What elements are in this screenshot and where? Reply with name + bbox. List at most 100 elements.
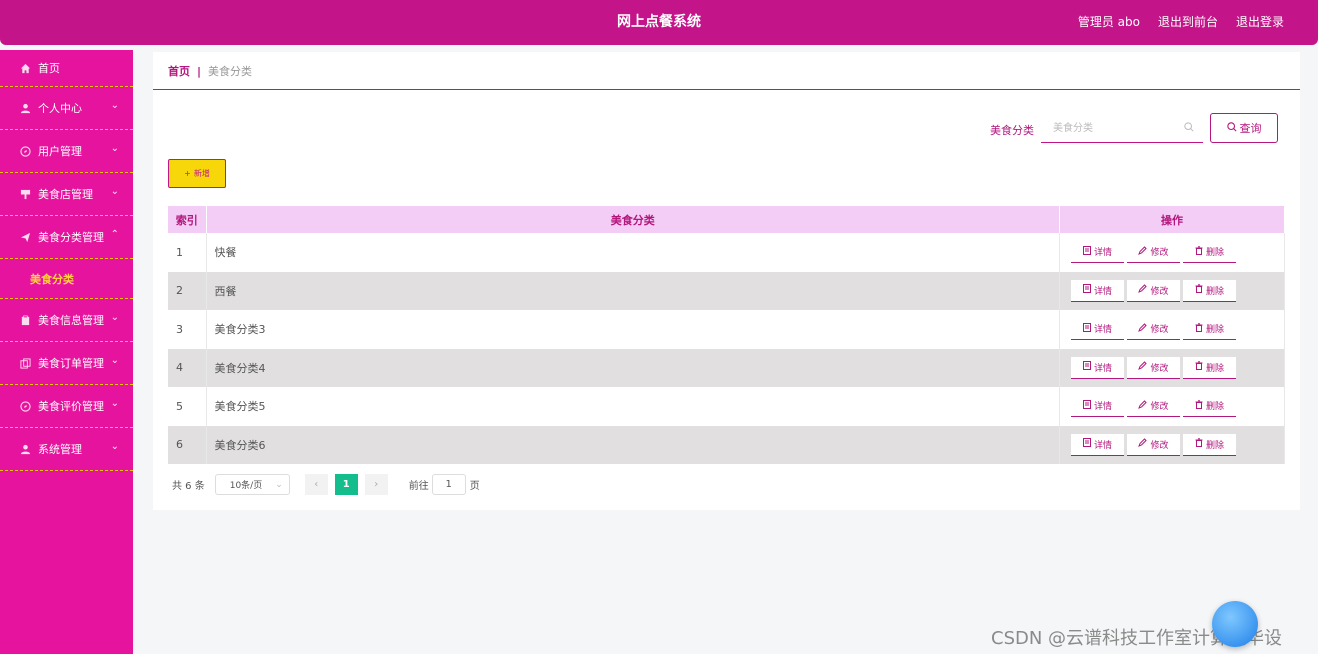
row-index: 6 <box>168 425 207 464</box>
row-actions: 详情 修改 删除 <box>1059 425 1285 464</box>
edit-label: 修改 <box>1150 440 1169 451</box>
detail-button[interactable]: 详情 <box>1071 356 1124 379</box>
sidebar-item-label: 个人中心 <box>38 102 82 115</box>
sidebar-item-food-info[interactable]: 美食信息管理 ⌄ <box>0 299 133 342</box>
sidebar-item-orders[interactable]: 美食订单管理 ⌄ <box>0 342 133 385</box>
home-icon <box>18 61 32 75</box>
row-index: 4 <box>168 348 207 387</box>
query-button[interactable]: 查询 <box>1210 113 1278 143</box>
detail-button[interactable]: 详情 <box>1071 433 1124 456</box>
delete-label: 删除 <box>1205 363 1224 374</box>
row-category-name: 美食分类4 <box>206 348 1060 387</box>
edit-button[interactable]: 修改 <box>1127 433 1180 456</box>
trash-icon <box>1195 323 1203 335</box>
pencil-icon <box>1138 284 1148 296</box>
page-size-value: 10条/页 <box>229 481 263 491</box>
edit-button[interactable]: 修改 <box>1127 279 1180 302</box>
edit-button[interactable]: 修改 <box>1127 318 1180 341</box>
edit-button[interactable]: 修改 <box>1127 356 1180 379</box>
search-icon <box>1226 121 1237 135</box>
detail-label: 详情 <box>1093 440 1112 451</box>
compass-icon <box>18 144 32 158</box>
delete-button[interactable]: 删除 <box>1183 433 1236 456</box>
edit-button[interactable]: 修改 <box>1127 241 1180 264</box>
row-actions: 详情 修改 删除 <box>1059 310 1285 349</box>
sidebar-item-home[interactable]: 首页 <box>0 50 133 87</box>
next-page-button[interactable]: › <box>364 474 388 495</box>
delete-button[interactable]: 删除 <box>1183 356 1236 379</box>
delete-button[interactable]: 删除 <box>1183 279 1236 302</box>
trash-icon <box>1195 361 1203 373</box>
sidebar-subitem-category[interactable]: 美食分类 <box>0 259 133 299</box>
sidebar-subitem-label: 美食分类 <box>30 272 74 286</box>
sidebar-item-shops[interactable]: 美食店管理 ⌄ <box>0 173 133 216</box>
sidebar-item-system[interactable]: 系统管理 ⌄ <box>0 428 133 471</box>
detail-button[interactable]: 详情 <box>1071 395 1124 418</box>
send-icon <box>18 230 32 244</box>
chevron-down-icon: ⌄ <box>110 398 119 409</box>
delete-label: 删除 <box>1205 402 1224 413</box>
sidebar-item-label: 系统管理 <box>38 443 82 456</box>
breadcrumb-separator: | <box>197 64 202 78</box>
delete-label: 删除 <box>1205 325 1224 336</box>
total-count: 共 6 条 <box>172 481 205 492</box>
row-category-name: 美食分类3 <box>206 310 1060 349</box>
chevron-down-icon: ⌄ <box>110 355 119 366</box>
breadcrumb-home[interactable]: 首页 <box>168 63 190 79</box>
header-category: 美食分类 <box>206 206 1060 233</box>
pencil-icon <box>1138 438 1148 450</box>
delete-button[interactable]: 删除 <box>1183 318 1236 341</box>
chevron-down-icon: ⌄ <box>110 143 119 154</box>
document-icon <box>1082 284 1091 296</box>
top-bar: 网上点餐系统 管理员 abo 退出到前台 退出登录 <box>0 0 1318 45</box>
detail-button[interactable]: 详情 <box>1071 279 1124 302</box>
sidebar-item-users[interactable]: 用户管理 ⌄ <box>0 130 133 173</box>
category-table: 索引 美食分类 操作 1 快餐 详情 修改 删除 2 西餐 详情 修改 删除 3 美食分类3 详情 修改删… <box>168 206 1285 464</box>
detail-label: 详情 <box>1093 286 1112 297</box>
table-row: 4 美食分类4 详情 修改 删除 <box>168 348 1285 387</box>
sidebar-item-label: 首页 <box>38 62 60 75</box>
delete-button[interactable]: 删除 <box>1183 241 1236 264</box>
edit-label: 修改 <box>1150 248 1169 259</box>
table-row: 1 快餐 详情 修改 删除 <box>168 233 1285 272</box>
sidebar-item-profile[interactable]: 个人中心 ⌄ <box>0 87 133 130</box>
detail-label: 详情 <box>1093 363 1112 374</box>
sidebar-item-label: 美食订单管理 <box>38 357 104 370</box>
sidebar-item-category-management[interactable]: 美食分类管理 ⌃ <box>0 216 133 259</box>
logout-link[interactable]: 退出登录 <box>1236 0 1284 45</box>
detail-button[interactable]: 详情 <box>1071 318 1124 341</box>
add-button[interactable]: + 新增 <box>168 159 226 188</box>
row-category-name: 西餐 <box>206 271 1060 310</box>
document-icon <box>1082 322 1091 335</box>
table-row: 6 美食分类6 详情 修改 删除 <box>168 425 1285 464</box>
row-category-name: 快餐 <box>206 233 1060 272</box>
row-category-name: 美食分类5 <box>206 387 1060 426</box>
prev-page-button[interactable]: ‹ <box>304 474 328 495</box>
detail-label: 详情 <box>1093 325 1112 336</box>
chevron-down-icon: ⌄ <box>110 312 119 323</box>
sidebar-item-reviews[interactable]: 美食评价管理 ⌄ <box>0 385 133 428</box>
plus-icon: + <box>184 169 191 178</box>
goto-page-input[interactable]: 1 <box>431 474 466 495</box>
delete-button[interactable]: 删除 <box>1183 395 1236 418</box>
pencil-icon <box>1138 400 1148 412</box>
main-panel: 首页 | 美食分类 美食分类 查询 + 新增 索引 美食分类 操作 1快餐详情修… <box>153 52 1300 510</box>
page-number-active[interactable]: 1 <box>334 474 358 495</box>
edit-button[interactable]: 修改 <box>1127 395 1180 418</box>
page-size-select[interactable]: 10条/页 ⌄ <box>214 474 290 495</box>
goto-label: 前往 <box>408 481 429 492</box>
pencil-icon <box>1138 246 1148 258</box>
detail-button[interactable]: 详情 <box>1071 241 1124 264</box>
search-input[interactable] <box>1041 114 1203 143</box>
table-row: 5 美食分类5 详情 修改 删除 <box>168 387 1285 426</box>
document-icon <box>1082 438 1091 450</box>
floating-assistant-ball[interactable] <box>1212 601 1258 647</box>
row-index: 3 <box>168 310 207 349</box>
table-row: 2 西餐 详情 修改 删除 <box>168 271 1285 310</box>
query-button-label: 查询 <box>1239 122 1262 135</box>
back-to-front-link[interactable]: 退出到前台 <box>1158 0 1218 45</box>
user-area: 管理员 abo 退出到前台 退出登录 <box>1078 0 1284 45</box>
row-index: 1 <box>168 233 207 272</box>
sidebar: 首页 个人中心 ⌄ 用户管理 ⌄ 美食店管理 ⌄ 美食分类管理 ⌃ 美食分类 美… <box>0 50 133 654</box>
search-label: 美食分类 <box>990 124 1034 137</box>
